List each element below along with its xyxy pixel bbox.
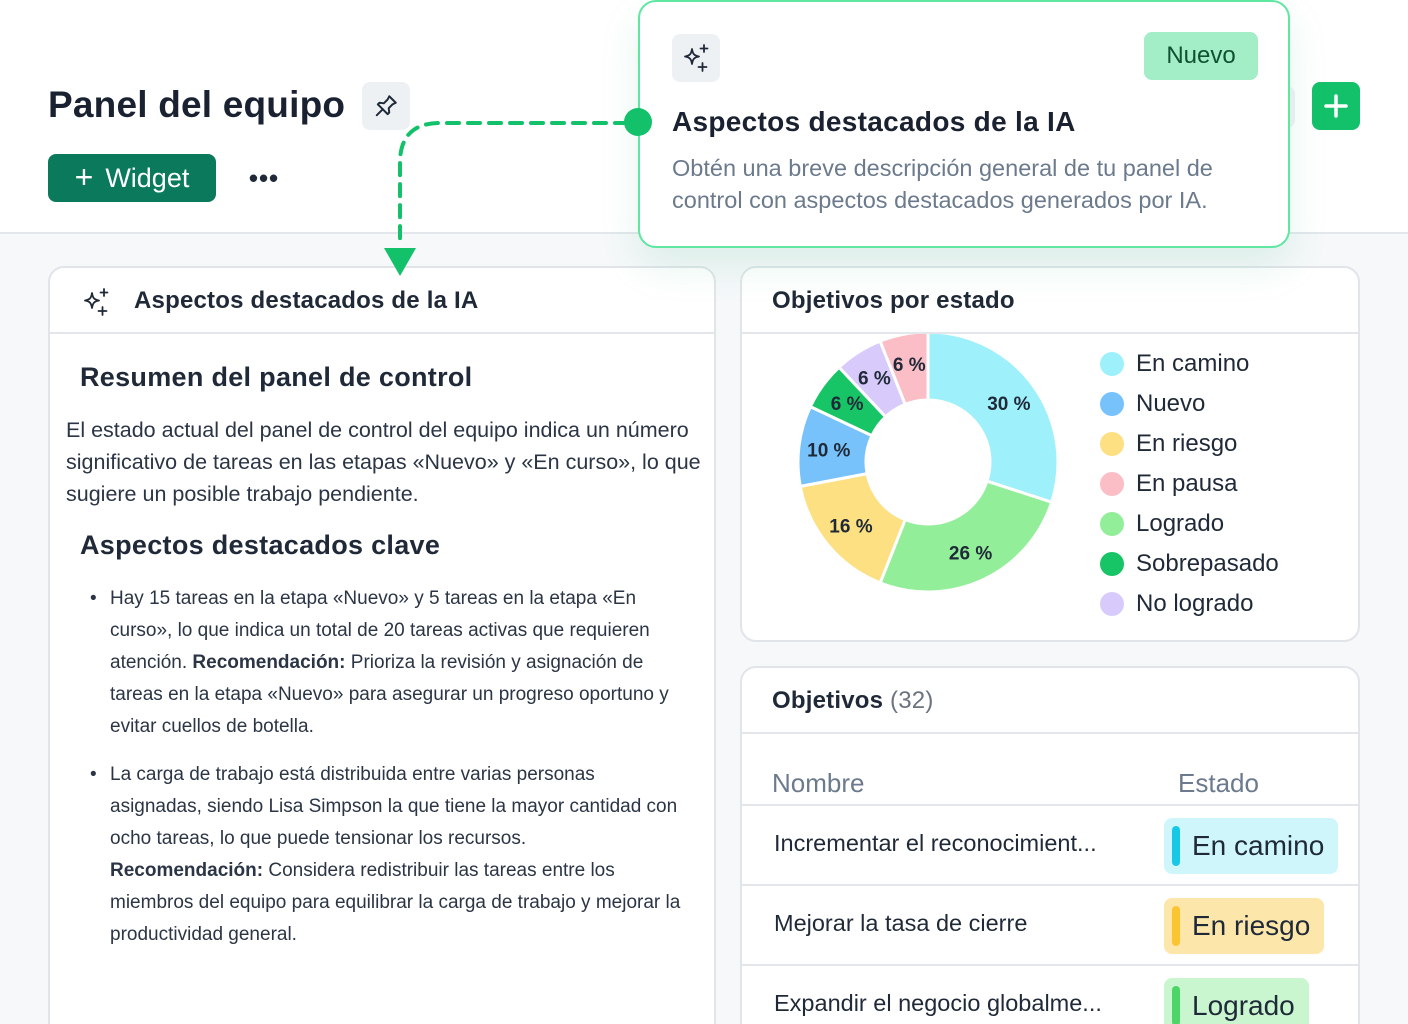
donut-slice-en-camino[interactable] [926,334,1060,505]
objectives-by-status-card: Objetivos por estado 30 % 26 % 16 % 10 % 6 %… [740,266,1360,642]
legend-swatch [1100,592,1124,616]
status-label: Logrado [1192,990,1295,1021]
legend-label: En camino [1136,350,1250,377]
legend-label: Logrado [1136,510,1225,537]
chart-card-title: Objetivos por estado [772,287,1015,314]
sparkles-icon [684,44,709,72]
objective-name[interactable]: Mejorar la tasa de cierre [774,910,1027,937]
ai-highlights-card-header: Aspectos destacados de la IA [50,268,714,334]
status-badge[interactable]: En camino [1164,818,1339,874]
legend-swatch [1100,392,1124,416]
objectives-card: Objetivos (32) Nombre Estado Incrementar… [740,666,1360,1024]
sparkles-icon [84,288,109,316]
bullet-dot: • [90,764,97,785]
status-label: En camino [1192,830,1325,861]
objective-name[interactable]: Incrementar el reconocimient... [774,830,1097,857]
key-highlights-heading: Aspectos destacados clave [80,530,441,560]
legend-item[interactable]: En camino [1100,350,1249,378]
add-widget-button[interactable]: + Widget [48,154,216,202]
donut-slice-label: 10 % [807,440,850,461]
popover-title: Aspectos destacados de la IA [672,106,1076,137]
status-accent-bar [1172,906,1180,946]
objectives-card-title: Objetivos (32) [772,687,934,715]
recommendation-label: Recomendación: [192,652,346,673]
more-options-button[interactable]: ••• [240,160,288,196]
table-row[interactable]: Incrementar el reconocimient... En camino [742,806,1358,884]
legend-swatch [1100,512,1124,536]
legend-item[interactable]: Sobrepasado [1100,550,1279,578]
ai-highlights-popover: Nuevo Aspectos destacados de la IA Obtén… [638,0,1290,248]
status-badge[interactable]: Logrado [1164,978,1309,1024]
donut-slice-label: 26 % [949,543,992,564]
popover-description: Obtén una breve descripción general de t… [672,155,1213,213]
bullet-text: Hay 15 tareas en la etapa «Nuevo» y 5 ta… [110,583,690,743]
objectives-title: Objetivos [772,687,884,714]
donut-slice-label: 16 % [829,517,872,538]
legend-item[interactable]: En pausa [1100,470,1237,498]
legend-item[interactable]: Nuevo [1100,390,1205,418]
legend-swatch [1100,432,1124,456]
legend-item[interactable]: En riesgo [1100,430,1237,458]
add-widget-label: Widget [105,162,190,193]
summary-heading: Resumen del panel de control [80,362,473,392]
legend-item[interactable]: Logrado [1100,510,1224,538]
ai-highlights-card-title: Aspectos destacados de la IA [134,287,479,314]
legend-label: En riesgo [1136,430,1238,457]
column-header-name[interactable]: Nombre [772,768,864,799]
donut-slice-label: 6 % [893,355,926,376]
objective-name[interactable]: Expandir el negocio globalme... [774,990,1102,1017]
status-badge[interactable]: En riesgo [1164,898,1325,954]
summary-text: El estado actual del panel de control de… [66,418,701,506]
bullet-body: La carga de trabajo está distribuida ent… [110,764,678,849]
legend-label: Nuevo [1136,390,1206,417]
donut-slice-label: 6 % [831,394,864,415]
bullet-dot: • [90,588,97,609]
popover-icon-container [672,34,720,82]
legend-label: Sobrepasado [1136,550,1279,577]
recommendation-label: Recomendación: [110,860,264,881]
objectives-card-header: Objetivos (32) [742,668,1358,734]
chart-card-header: Objetivos por estado [742,268,1358,334]
status-accent-bar [1172,826,1180,866]
legend-swatch [1100,472,1124,496]
legend-label: No logrado [1136,590,1254,617]
donut-slice-label: 6 % [858,369,891,390]
donut-slice-label: 30 % [987,394,1030,415]
legend-swatch [1100,552,1124,576]
pin-button[interactable] [362,82,410,130]
page-title: Panel del equipo [48,84,346,125]
new-badge: Nuevo [1144,32,1258,80]
table-row[interactable]: Expandir el negocio globalme... Logrado [742,966,1358,1024]
legend-item[interactable]: No logrado [1100,590,1253,618]
legend-label: En pausa [1136,470,1238,497]
status-label: En riesgo [1192,910,1311,941]
status-accent-bar [1172,986,1180,1024]
pin-icon [375,95,397,117]
bullet-text: La carga de trabajo está distribuida ent… [110,759,690,951]
donut-chart: 30 %26 %16 %10 %6 %6 %6 % [798,334,1060,594]
donut-slice-logrado[interactable] [878,479,1054,594]
legend-swatch [1100,352,1124,376]
objectives-count: (32) [890,687,934,714]
add-button[interactable] [1312,82,1360,130]
plus-icon [1324,94,1348,118]
plus-icon: + [74,158,94,195]
table-row[interactable]: Mejorar la tasa de cierre En riesgo [742,886,1358,964]
column-header-status[interactable]: Estado [1178,768,1259,799]
